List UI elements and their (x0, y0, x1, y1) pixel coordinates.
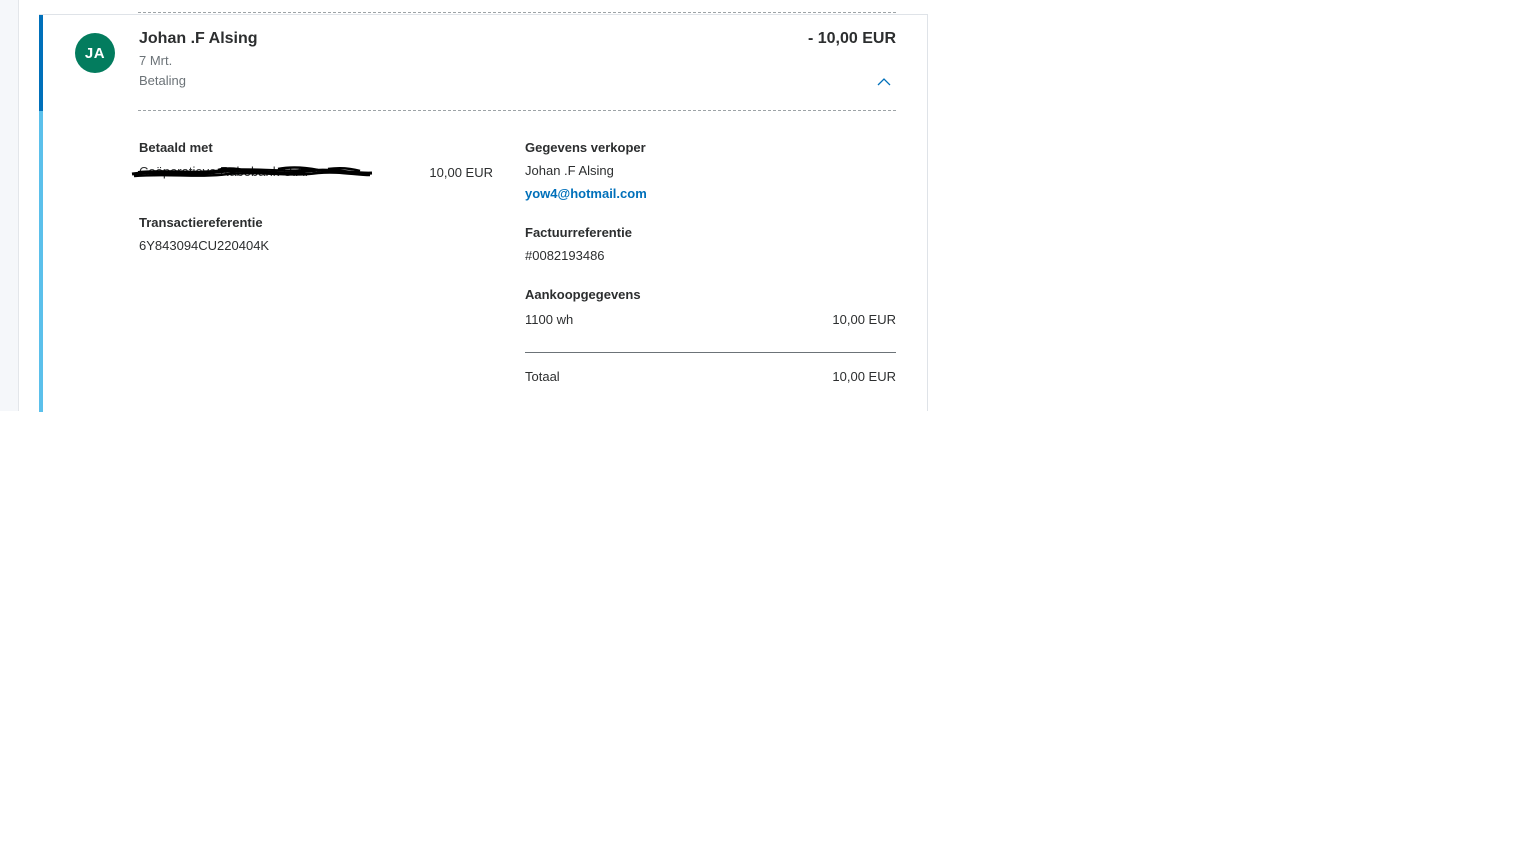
card-accent-bar-details (39, 111, 43, 412)
paid-with-amount: 10,00 EUR (429, 165, 493, 180)
total-label: Totaal (525, 369, 560, 384)
avatar: JA (75, 33, 115, 73)
card-accent-bar (39, 15, 43, 111)
paid-with-label: Betaald met (139, 140, 213, 155)
purchase-item-name: 1100 wh (525, 312, 574, 327)
purchase-item-amount: 10,00 EUR (832, 312, 896, 327)
transaction-ref-value: 6Y843094CU220404K (139, 238, 270, 253)
chevron-up-icon[interactable] (876, 76, 892, 88)
purchase-details-label: Aankoopgegevens (525, 287, 641, 302)
transaction-date: 7 Mrt. (139, 53, 173, 68)
transaction-counterparty-name: Johan .F Alsing (139, 30, 258, 47)
page-gutter (0, 0, 19, 411)
seller-name: Johan .F Alsing (525, 163, 614, 178)
transaction-amount: - 10,00 EUR (807, 30, 896, 47)
transaction-type: Betaling (139, 73, 186, 88)
seller-email-link[interactable]: yow4@hotmail.com (525, 186, 647, 201)
invoice-ref-label: Factuurreferentie (525, 225, 632, 240)
seller-label: Gegevens verkoper (525, 140, 646, 155)
avatar-initials: JA (84, 44, 106, 62)
total-separator (525, 352, 896, 353)
transaction-ref-label: Transactiereferentie (139, 215, 263, 230)
divider-top (138, 12, 896, 13)
invoice-ref-value: #0082193486 (525, 248, 605, 263)
divider-details (138, 110, 896, 111)
redaction-scribble (131, 166, 373, 178)
total-amount: 10,00 EUR (832, 369, 896, 384)
